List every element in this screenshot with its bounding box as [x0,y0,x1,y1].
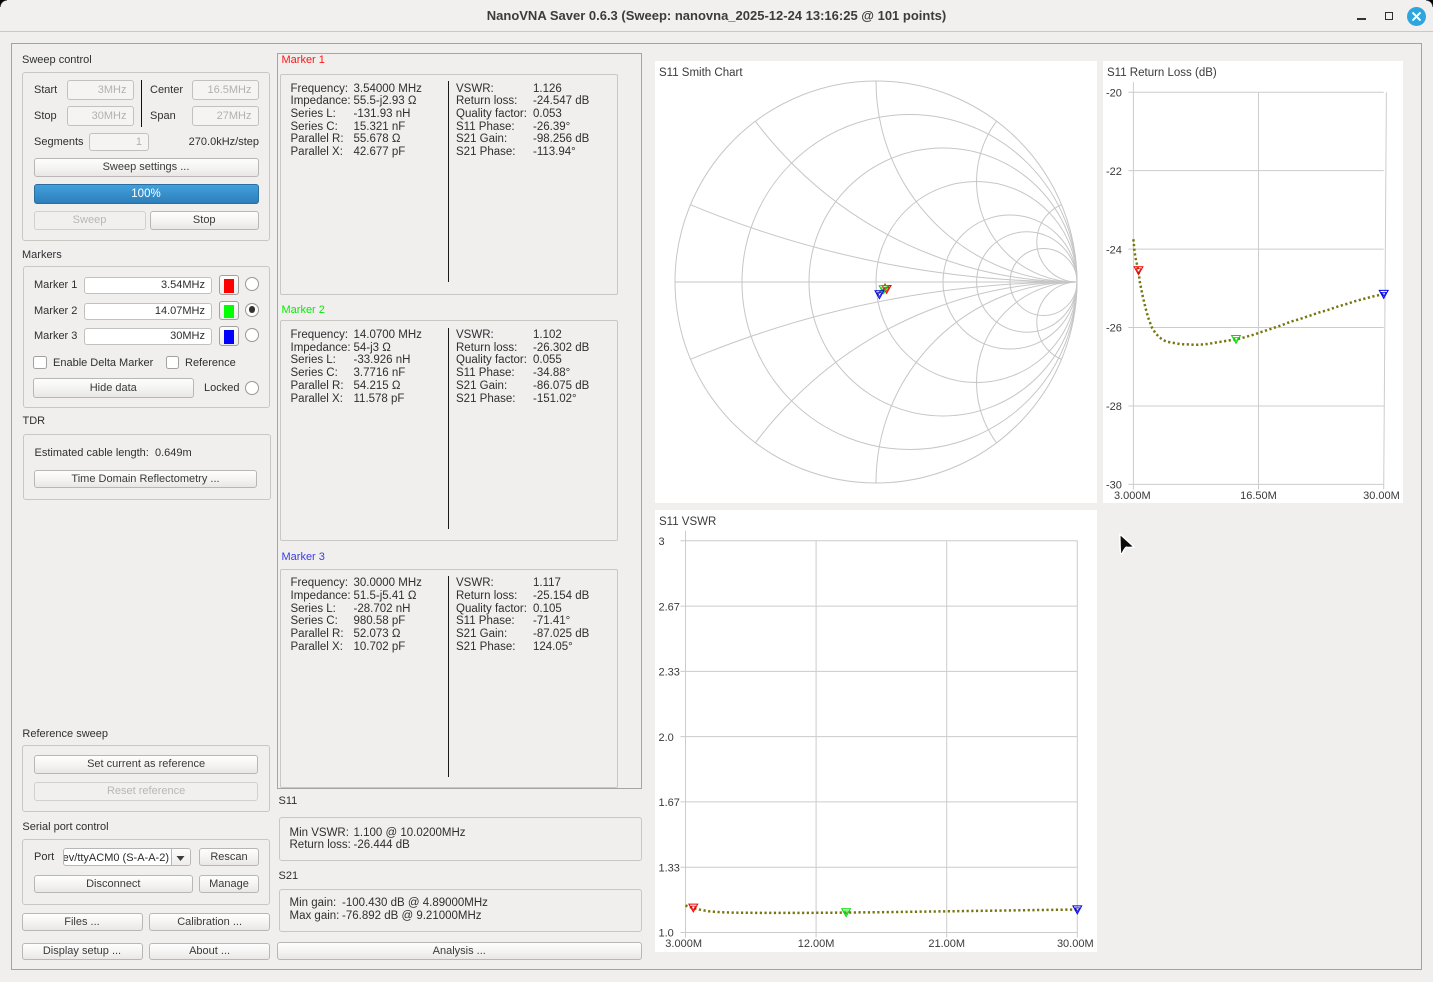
svg-text:2.33: 2.33 [659,666,680,678]
svg-text:3: 3 [659,536,665,548]
svg-text:12.00M: 12.00M [798,938,835,950]
svg-text:16.50M: 16.50M [1240,490,1277,502]
svg-text:-20: -20 [1106,87,1122,99]
svg-text:-22: -22 [1106,166,1122,178]
svg-text:S11 Return Loss (dB): S11 Return Loss (dB) [1107,67,1217,79]
svg-text:3.000M: 3.000M [1114,490,1151,502]
svg-text:30.00M: 30.00M [1057,938,1094,950]
svg-text:-28: -28 [1106,401,1122,413]
svg-text:30.00M: 30.00M [1363,490,1400,502]
svg-text:3.000M: 3.000M [665,938,702,950]
svg-text:2.0: 2.0 [659,731,674,743]
svg-text:2.67: 2.67 [659,601,680,613]
svg-text:1.33: 1.33 [659,862,680,874]
svg-text:S11 Smith Chart: S11 Smith Chart [659,67,743,79]
svg-text:1.67: 1.67 [659,797,680,809]
svg-text:21.00M: 21.00M [928,938,965,950]
svg-text:-24: -24 [1106,244,1122,256]
svg-text:S11 VSWR: S11 VSWR [659,516,716,528]
svg-text:-26: -26 [1106,323,1122,335]
